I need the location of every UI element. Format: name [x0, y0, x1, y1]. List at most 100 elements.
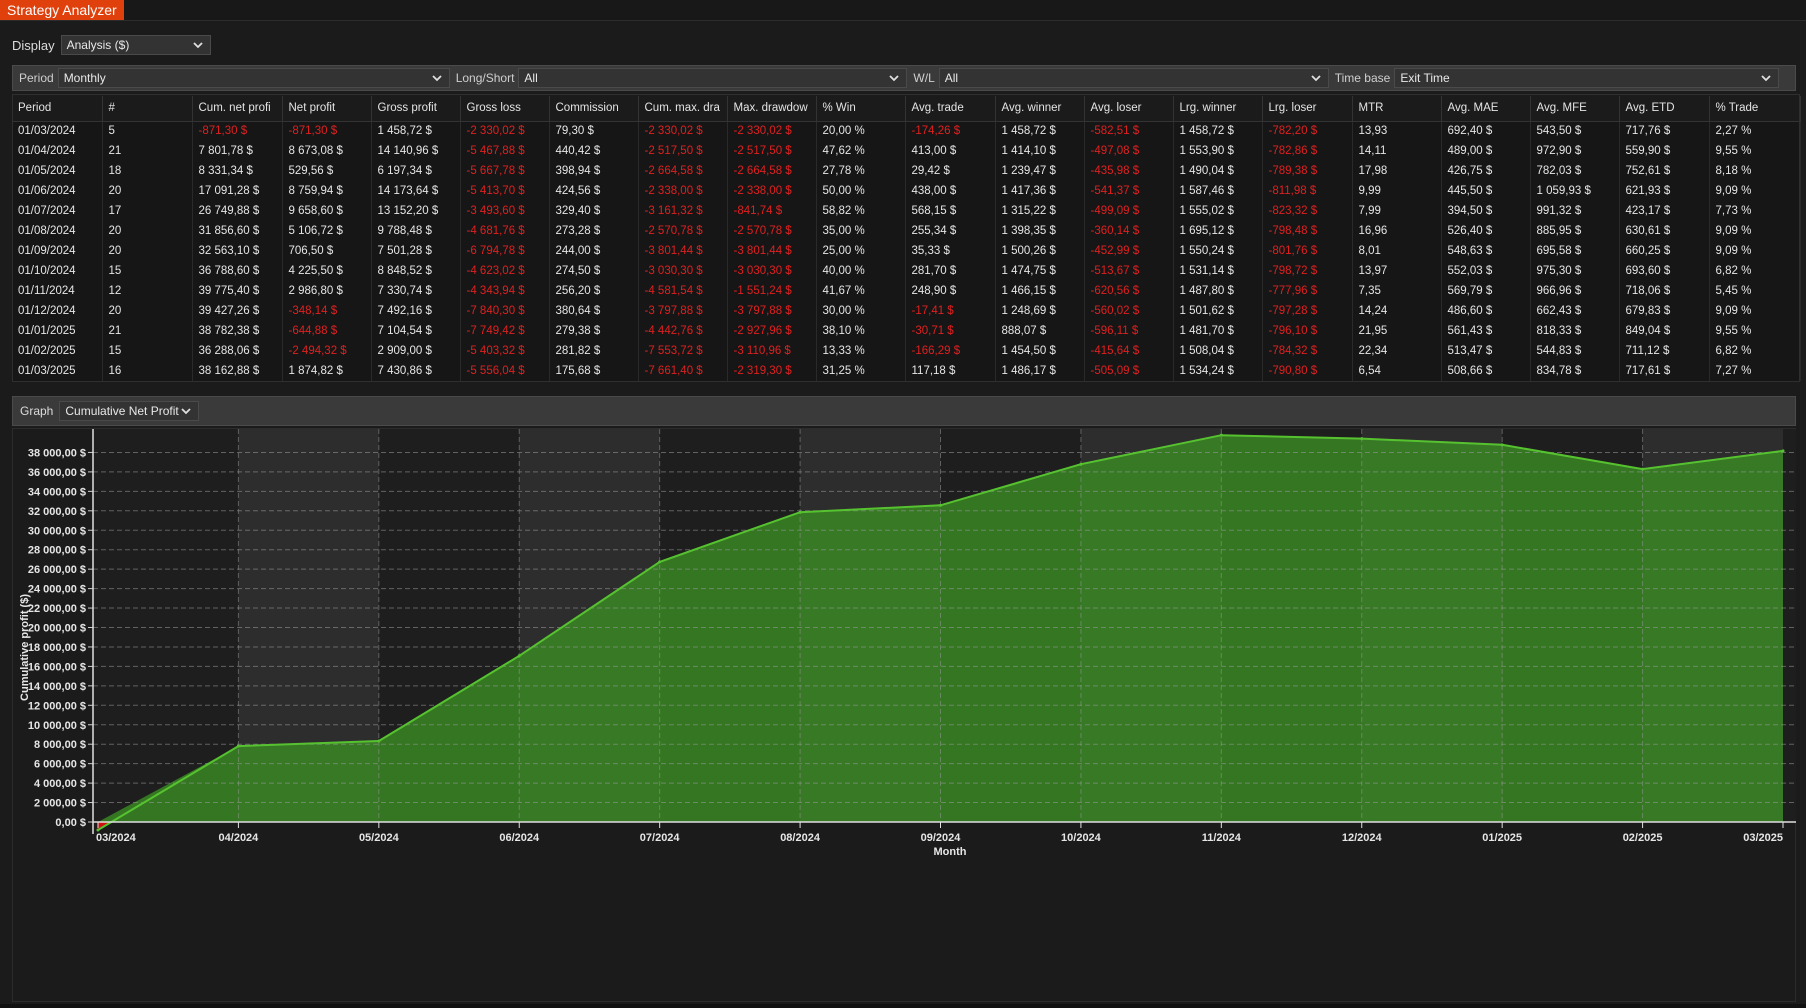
table-cell: 01/07/2024 [12, 201, 103, 221]
table-cell: -3 797,88 $ [727, 301, 817, 321]
column-header[interactable]: Lrg. winner [1173, 96, 1263, 122]
column-header[interactable]: Lrg. loser [1262, 96, 1353, 122]
table-row[interactable]: 01/01/2025 21 38 782,38 $ -644,88 $7 104,54… [12, 321, 1801, 341]
table-cell: 13,93 [1352, 121, 1442, 141]
table-row[interactable]: 01/10/2024 15 36 788,60 $4 225,50 $8 848,5… [12, 261, 1801, 281]
column-header[interactable]: # [102, 96, 193, 122]
table-cell: 01/08/2024 [12, 221, 103, 241]
column-header[interactable]: Avg. MAE [1441, 96, 1531, 122]
table-cell: 8 759,94 $ [282, 181, 372, 201]
table-cell: 782,03 $ [1530, 161, 1620, 181]
data-point [377, 739, 381, 743]
table-cell: 1 487,80 $ [1173, 281, 1263, 301]
table-row[interactable]: 01/04/2024 21 7 801,78 $8 673,08 $14 140,9… [12, 141, 1801, 161]
chevron-down-icon [191, 38, 205, 52]
table-cell: 7 801,78 $ [192, 141, 283, 161]
table-cell: 529,56 $ [282, 161, 372, 181]
table-row[interactable]: 01/02/2025 15 36 288,06 $ -2 494,32 $2 909,… [12, 341, 1801, 361]
table-cell: 445,50 $ [1441, 181, 1531, 201]
window-title-tab[interactable]: Strategy Analyzer [0, 0, 124, 20]
table-cell: -796,10 $ [1262, 321, 1353, 341]
data-point [236, 744, 240, 748]
x-tick-label: 09/2024 [921, 832, 962, 844]
column-header[interactable]: Avg. trade [905, 96, 996, 122]
table-cell: -513,67 $ [1084, 261, 1174, 281]
table-row[interactable]: 01/09/2024 20 32 563,10 $706,50 $7 501,28 … [12, 241, 1801, 261]
table-cell: -7 553,72 $ [638, 341, 728, 361]
table-cell: 38 782,38 $ [192, 321, 283, 341]
column-header[interactable]: Avg. winner [995, 96, 1085, 122]
table-cell: 13,33 % [816, 341, 906, 361]
table-cell: -644,88 $ [282, 321, 372, 341]
column-header[interactable]: Max. drawdow [727, 96, 817, 122]
column-header[interactable]: Gross profit [371, 96, 461, 122]
column-header[interactable]: Net profit [282, 96, 372, 122]
table-cell: 01/03/2024 [12, 121, 103, 141]
longshort-select[interactable]: All [518, 68, 908, 88]
table-cell: -782,20 $ [1262, 121, 1353, 141]
table-cell: -2 570,78 $ [727, 221, 817, 241]
table-cell: 20,00 % [816, 121, 906, 141]
table-cell: -3 801,44 $ [727, 241, 817, 261]
table-cell: 01/09/2024 [12, 241, 103, 261]
column-header[interactable]: MTR [1352, 96, 1442, 122]
display-select[interactable]: Analysis ($) [60, 35, 211, 55]
table-cell: -823,32 $ [1262, 201, 1353, 221]
graph-type-select[interactable]: Cumulative Net Profit [59, 401, 200, 421]
table-row[interactable]: 01/03/2024 5 -871,30 $ -871,30 $1 458,72 $ -… [12, 121, 1801, 141]
table-cell: -582,51 $ [1084, 121, 1174, 141]
table-cell: 1 534,24 $ [1173, 361, 1263, 381]
table-cell: 711,12 $ [1619, 341, 1710, 361]
table-cell: 248,90 $ [905, 281, 996, 301]
column-header[interactable]: Commission [549, 96, 639, 122]
table-cell: -3 030,30 $ [638, 261, 728, 281]
table-cell: 1 059,93 $ [1530, 181, 1620, 201]
table-row[interactable]: 01/05/2024 18 8 331,34 $529,56 $6 197,34 $… [12, 161, 1801, 181]
table-cell: 7,27 % [1709, 361, 1801, 381]
display-row: Display Analysis ($) [12, 34, 211, 56]
column-header[interactable]: Avg. MFE [1530, 96, 1620, 122]
column-header[interactable]: Period [12, 96, 103, 122]
period-select[interactable]: Monthly [57, 68, 450, 88]
column-header[interactable]: Cum. max. dra [638, 96, 728, 122]
table-cell: -798,48 $ [1262, 221, 1353, 241]
y-tick-label: 2 000,00 $ [34, 798, 86, 810]
table-cell: 1 458,72 $ [995, 121, 1085, 141]
table-row[interactable]: 01/08/2024 20 31 856,60 $5 106,72 $9 788,4… [12, 221, 1801, 241]
column-header[interactable]: Gross loss [460, 96, 550, 122]
table-row[interactable]: 01/03/2025 16 38 162,88 $1 874,82 $7 430,8… [12, 361, 1801, 381]
column-header[interactable]: Avg. loser [1084, 96, 1174, 122]
timebase-select[interactable]: Exit Time [1394, 68, 1780, 88]
table-cell: -4 343,94 $ [460, 281, 550, 301]
table-cell: 972,90 $ [1530, 141, 1620, 161]
wl-label: W/L [913, 71, 935, 85]
table-row[interactable]: 01/07/2024 17 26 749,88 $9 658,60 $13 152,… [12, 201, 1801, 221]
table-cell: 20 [102, 241, 193, 261]
table-cell: 2,27 % [1709, 121, 1801, 141]
table-cell: 1 458,72 $ [371, 121, 461, 141]
table-cell: 7,73 % [1709, 201, 1801, 221]
table-cell: 1 874,82 $ [282, 361, 372, 381]
y-tick-label: 6 000,00 $ [34, 759, 86, 771]
cumulative-profit-chart: 0,00 $ 2 000,00 $ 4 000,00 $ 6 000,00 $ 8 00… [19, 429, 1796, 858]
table-row[interactable]: 01/11/2024 12 39 775,40 $2 986,80 $7 330,7… [12, 281, 1801, 301]
x-tick-label: 12/2024 [1342, 832, 1383, 844]
table-cell: 01/04/2024 [12, 141, 103, 161]
table-cell: 175,68 $ [549, 361, 639, 381]
table-cell: -871,30 $ [192, 121, 283, 141]
table-cell: 12 [102, 281, 193, 301]
table-cell: 561,43 $ [1441, 321, 1531, 341]
column-header[interactable]: % Trade [1709, 96, 1801, 122]
column-header[interactable]: % Win [816, 96, 906, 122]
table-row[interactable]: 01/06/2024 20 17 091,28 $8 759,94 $14 173,… [12, 181, 1801, 201]
table-cell: -360,14 $ [1084, 221, 1174, 241]
table-cell: 17 [102, 201, 193, 221]
timebase-select-value: Exit Time [1400, 71, 1450, 85]
column-header[interactable]: Avg. ETD [1619, 96, 1710, 122]
table-row[interactable]: 01/12/2024 20 39 427,26 $ -348,14 $7 492,16… [12, 301, 1801, 321]
table-cell: 29,42 $ [905, 161, 996, 181]
wl-select[interactable]: All [938, 68, 1329, 88]
column-header[interactable]: Cum. net profi [192, 96, 283, 122]
data-point [517, 654, 521, 658]
table-cell: 329,40 $ [549, 201, 639, 221]
